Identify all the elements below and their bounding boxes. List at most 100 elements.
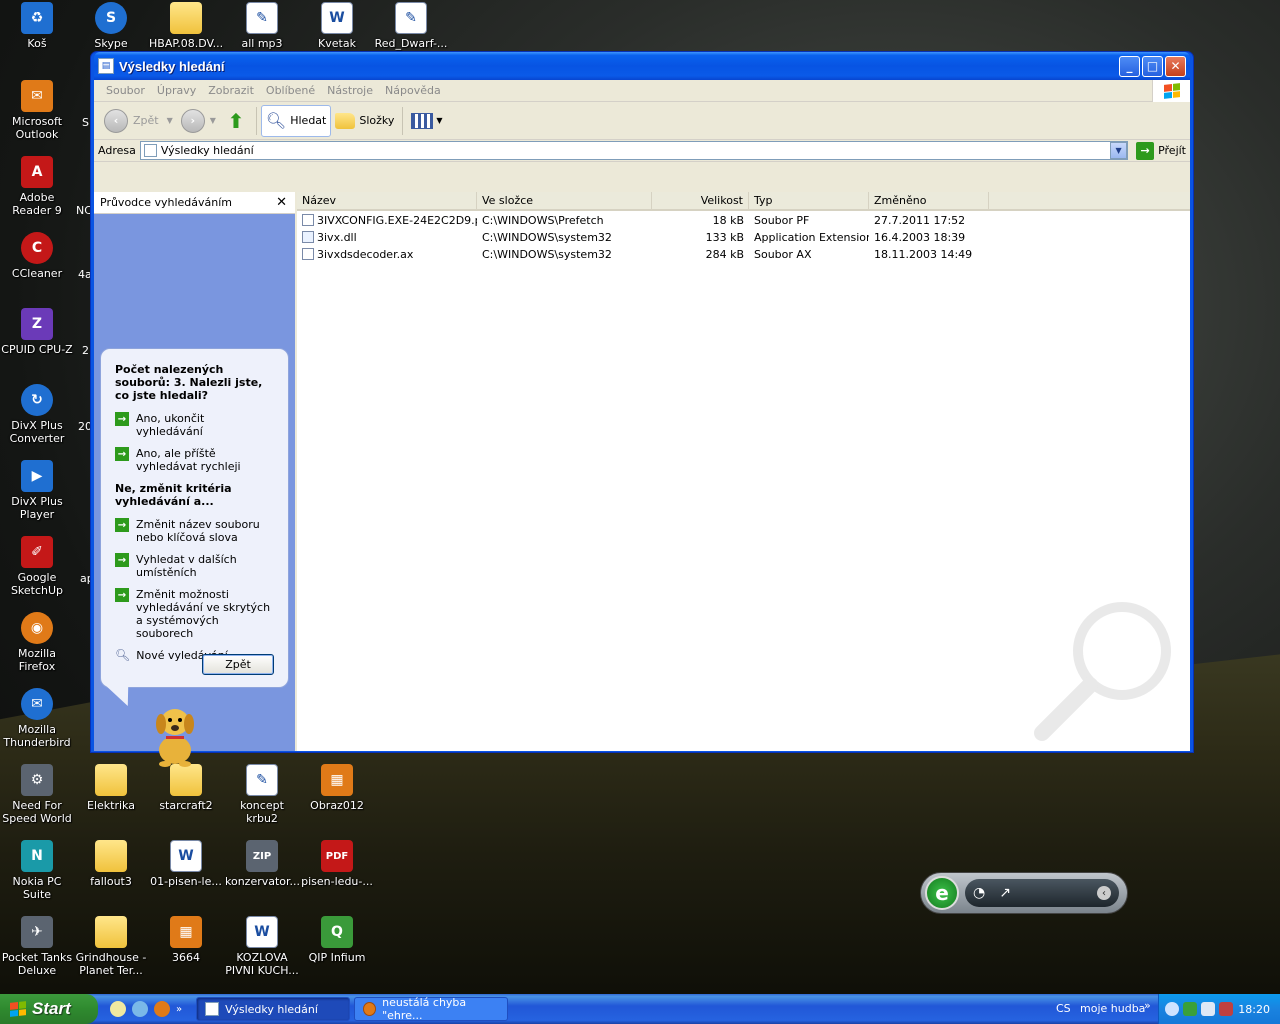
toolbar-chevron-icon[interactable]: » [1144, 999, 1151, 1012]
forward-button[interactable]: › ▼ [177, 105, 220, 137]
column-type[interactable]: Typ [749, 192, 869, 209]
desktop-icon-ccleaner[interactable]: C CCleaner [0, 232, 74, 280]
menu-tools[interactable]: Nástroje [321, 84, 379, 97]
close-pane-icon[interactable]: ✕ [276, 195, 287, 210]
desktop-icon-sketchup[interactable]: ✐ Google SketchUp [0, 536, 74, 597]
file-name-cell: 3ivx.dll [297, 231, 477, 244]
desktop-icon-folder[interactable]: HBAP.08.DV... [149, 2, 223, 50]
option-change-filename[interactable]: → Změnit název souboru nebo klíčová slova [115, 518, 274, 544]
search-results-window[interactable]: ▤ Výsledky hledání _ □ ✕ Soubor Úpravy Z… [90, 51, 1194, 767]
desktop-icon-firefox[interactable]: ◉ Mozilla Firefox [0, 612, 74, 673]
column-folder[interactable]: Ve složce [477, 192, 652, 209]
address-dropdown-icon[interactable]: ▼ [1110, 142, 1128, 159]
gadget-speed-icon[interactable]: ◔ [973, 885, 985, 901]
desktop-icon-label: CPUID CPU-Z [1, 343, 73, 356]
desktop-icon-thunderbird[interactable]: ✉ Mozilla Thunderbird [0, 688, 74, 749]
tray-network-icon[interactable] [1201, 1002, 1215, 1016]
column-modified[interactable]: Změněno [869, 192, 989, 209]
option-search-other-locations[interactable]: → Vyhledat v dalších umístěních [115, 553, 274, 579]
desktop-icon-nfs-world[interactable]: ⚙ Need For Speed World [0, 764, 74, 825]
option-hidden-system-files[interactable]: → Změnit možnosti vyhledávání ve skrytých… [115, 588, 274, 640]
option-faster-next-time[interactable]: → Ano, ale příště vyhledávat rychleji [115, 447, 274, 473]
desktop-icon-label: Need For Speed World [2, 799, 72, 825]
desktop-icon-file[interactable]: ✎ Red_Dwarf-... [374, 2, 448, 50]
toolbar-separator [402, 106, 404, 135]
results-list[interactable]: Název Ve složce Velikost Typ Změněno 3IV… [297, 192, 1190, 751]
desktop-icon-divx-converter[interactable]: ↻ DivX Plus Converter [0, 384, 74, 445]
quick-launch-app-icon[interactable] [110, 1001, 126, 1017]
desktop-icon-folder[interactable]: fallout3 [74, 840, 148, 888]
menu-file[interactable]: Soubor [100, 84, 151, 97]
start-button[interactable]: Start [0, 994, 98, 1024]
nokia-pc-suite-icon: N [21, 840, 53, 872]
desktop-icon-image[interactable]: ▦ 3664 [149, 916, 223, 964]
desktop-icon-qip[interactable]: Q QIP Infium [300, 916, 374, 964]
search-results-window-icon [205, 1002, 220, 1016]
desktop-icon-label: KOZLOVA PIVNI KUCH... [225, 951, 299, 977]
up-button[interactable]: ⬆ [220, 105, 252, 137]
firefox-icon[interactable] [154, 1001, 170, 1017]
language-indicator[interactable]: CS [1056, 1002, 1071, 1015]
desktop-icon-recycle-bin[interactable]: ♻ Koš [0, 2, 74, 50]
quick-launch-app-icon[interactable] [132, 1001, 148, 1017]
table-row[interactable]: 3ivxdsdecoder.ax C:\WINDOWS\system32 284… [297, 246, 1190, 263]
close-button[interactable]: ✕ [1165, 55, 1186, 77]
forward-dropdown-icon[interactable]: ▼ [210, 116, 216, 125]
gadget-graph-icon[interactable]: ↗ [999, 885, 1011, 901]
search-button[interactable]: 🔍︎ Hledat [260, 104, 332, 137]
taskbar-button-firefox[interactable]: neustálá chyba "ehre... [354, 996, 509, 1022]
minimize-button[interactable]: _ [1119, 55, 1140, 77]
desktop-icon-image[interactable]: ▦ Obraz012 [300, 764, 374, 812]
tray-app-icon[interactable] [1219, 1002, 1233, 1016]
tray-expand-icon[interactable] [1165, 1002, 1179, 1016]
desktop-icon-pdf[interactable]: PDF pisen-ledu-... [300, 840, 374, 888]
desktop-icon-cpuz[interactable]: Z CPUID CPU-Z [0, 308, 74, 356]
desktop-icon-file[interactable]: ✎ all mp3 [225, 2, 299, 50]
back-dropdown-icon[interactable]: ▼ [167, 116, 173, 125]
desktop-icon-folder[interactable]: Grindhouse - Planet Ter... [74, 916, 148, 977]
file-folder-cell: C:\WINDOWS\system32 [482, 231, 612, 244]
tray-app-icon[interactable] [1183, 1002, 1197, 1016]
column-name[interactable]: Název [297, 192, 477, 209]
go-button[interactable]: → Přejít [1136, 141, 1186, 160]
address-input[interactable]: Výsledky hledání ▼ [139, 141, 1129, 160]
maximize-button[interactable]: □ [1142, 55, 1163, 77]
folders-button[interactable]: Složky [331, 105, 398, 137]
recycle-bin-icon: ♻ [21, 2, 53, 34]
menu-favorites[interactable]: Oblíbené [260, 84, 321, 97]
desktop-icon-pocket-tanks[interactable]: ✈ Pocket Tanks Deluxe [0, 916, 74, 977]
desktop-icon-adobe-reader[interactable]: A Adobe Reader 9 [0, 156, 74, 217]
nfs-world-icon: ⚙ [21, 764, 53, 796]
table-row[interactable]: 3IVXCONFIG.EXE-24E2C2D9.pf C:\WINDOWS\Pr… [297, 212, 1190, 229]
table-row[interactable]: 3ivx.dll C:\WINDOWS\system32 133 kB Appl… [297, 229, 1190, 246]
menu-view[interactable]: Zobrazit [202, 84, 260, 97]
menu-help[interactable]: Nápověda [379, 84, 447, 97]
desktop-icon-word-doc[interactable]: W Kvetak [300, 2, 374, 50]
desktop-icon-file[interactable]: ✎ koncept krbu2 [225, 764, 299, 825]
desktop-icon-folder[interactable]: starcraft2 [149, 764, 223, 812]
results-question: Počet nalezených souborů: 3. Nalezli jst… [115, 363, 263, 402]
column-size[interactable]: Velikost [652, 192, 749, 209]
search-companion-pane: Průvodce vyhledáváním ✕ Počet nalezených… [94, 192, 297, 767]
desktop-icon-word-doc[interactable]: W 01-pisen-le... [149, 840, 223, 888]
desktop-icon-word-doc[interactable]: W KOZLOVA PIVNI KUCH... [225, 916, 299, 977]
taskbar-clock[interactable]: 18:20 [1238, 1003, 1270, 1016]
desktop-icon-nokia-pc-suite[interactable]: N Nokia PC Suite [0, 840, 74, 901]
quick-launch-chevron-icon[interactable]: » [176, 1004, 182, 1015]
desktop-icon-folder[interactable]: Elektrika [74, 764, 148, 812]
desktop-icon-divx-player[interactable]: ▶ DivX Plus Player [0, 460, 74, 521]
option-finish-search[interactable]: → Ano, ukončit vyhledávání [115, 412, 274, 438]
desktop-gadget[interactable]: e ◔ ↗ ‹ [920, 872, 1128, 914]
views-button[interactable]: ▼ [407, 105, 446, 137]
assistant-back-button[interactable]: Zpět [202, 654, 274, 675]
menu-edit[interactable]: Úpravy [151, 84, 202, 97]
taskbar-button-search-results[interactable]: Výsledky hledání [196, 997, 351, 1021]
desktop-icon-skype[interactable]: S Skype [74, 2, 148, 50]
gadget-collapse-icon[interactable]: ‹ [1097, 886, 1111, 900]
column-header-row: Název Ve složce Velikost Typ Změněno [297, 192, 1190, 211]
toolbar-moje-hudba[interactable]: moje hudba [1080, 1002, 1145, 1015]
desktop-icon-zip[interactable]: ZIP konzervator... [225, 840, 300, 888]
window-titlebar[interactable]: ▤ Výsledky hledání _ □ ✕ [94, 52, 1190, 80]
desktop-icon-outlook[interactable]: ✉ Microsoft Outlook [0, 80, 74, 141]
back-button[interactable]: ‹ Zpět ▼ [100, 105, 177, 137]
